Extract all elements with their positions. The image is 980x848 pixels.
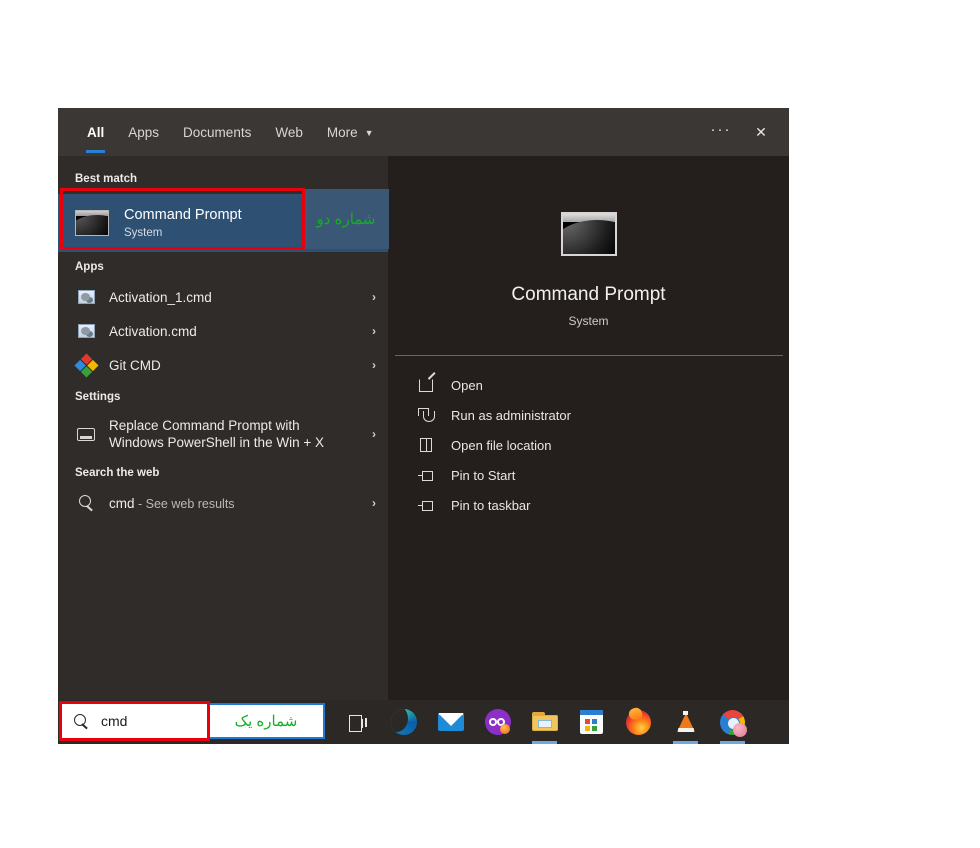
git-icon [73,352,99,378]
action-label: Open [451,377,483,393]
taskbar-item-microsoft-edge[interactable] [380,700,427,744]
flyout-body: Best match Command Prompt System Apps Ac… [58,156,789,700]
tab-web[interactable]: Web [263,108,315,156]
cmd-file-icon [75,324,97,338]
list-item-git-cmd[interactable]: Git CMD › [58,348,388,382]
taskbar-item-microsoft-store[interactable] [568,700,615,744]
search-icon [74,713,89,729]
taskbar-item-firefox[interactable] [615,700,662,744]
window-controls: ··· ✕ [701,108,781,156]
mail-icon [437,713,464,731]
list-item-web-search-cmd[interactable]: cmd - See web results › [58,486,388,520]
web-query-text: cmd [109,495,135,511]
best-match-title: Command Prompt [124,206,242,223]
vlc-cone-icon [674,710,698,734]
list-item-replace-command-prompt-setting[interactable]: Replace Command Prompt with Windows Powe… [58,410,388,458]
taskbar-search-input[interactable]: cmd [62,704,207,738]
more-options-button[interactable]: ··· [701,114,741,150]
taskbar-item-vlc-media-player[interactable] [662,700,709,744]
list-item-label: Activation_1.cmd [109,289,212,305]
group-header-search-the-web: Search the web [75,467,160,479]
action-label: Open file location [451,437,552,453]
tab-more[interactable]: More ▼ [315,108,386,156]
group-header-best-match: Best match [75,173,137,185]
open-icon [415,378,437,392]
action-pin-to-start[interactable]: Pin to Start [388,460,789,490]
setting-line-1: Replace Command Prompt with [109,418,300,433]
search-input-value: cmd [101,713,128,729]
chevron-right-icon[interactable]: › [372,358,376,372]
group-header-settings: Settings [75,391,121,403]
action-open-file-location[interactable]: Open file location [388,430,789,460]
group-header-apps: Apps [75,261,104,273]
edge-icon [390,709,417,735]
folder-icon [531,712,558,732]
tab-web-label: Web [275,124,303,140]
annotation-number-one: شماره یک [207,703,325,739]
task-view-icon [347,714,367,732]
action-run-as-administrator[interactable]: Run as administrator [388,400,789,430]
taskbar-item-google-chrome[interactable] [709,700,756,744]
chevron-right-icon[interactable]: › [372,427,376,441]
search-icon [75,495,97,511]
list-item-label-multiline: Replace Command Prompt with Windows Powe… [109,417,366,451]
search-tabbar: All Apps Documents Web More ▼ ··· ✕ [58,108,789,156]
best-match-subtitle: System [124,226,163,239]
taskbar-icons [333,700,756,744]
pin-icon [415,498,437,512]
list-item-label: Git CMD [109,357,161,373]
chevron-down-icon: ▼ [364,127,374,138]
action-label: Pin to Start [451,467,516,483]
settings-icon [75,427,97,441]
close-icon[interactable]: ✕ [741,114,781,150]
preview-action-list: Open Run as administrator Open file loca… [388,356,789,520]
chrome-icon [720,709,747,737]
action-open[interactable]: Open [388,370,789,400]
tab-all[interactable]: All [75,108,116,156]
web-query-suffix: - See web results [134,496,235,511]
best-match-texts: Command Prompt System [124,206,242,241]
taskbar-item-mail[interactable] [427,700,474,744]
tab-documents-label: Documents [183,124,252,140]
tab-more-label: More [326,124,358,140]
command-prompt-icon [75,210,109,236]
action-label: Run as administrator [451,407,571,423]
action-pin-to-taskbar[interactable]: Pin to taskbar [388,490,789,520]
taskbar-item-file-explorer[interactable] [521,700,568,744]
list-item-label: Activation.cmd [109,323,197,339]
taskbar-item-task-view[interactable] [333,700,380,744]
tab-all-label: All [87,124,105,140]
preview-subtitle: System [568,314,609,328]
infinity-icon [484,709,511,735]
cmd-file-icon [75,290,97,304]
store-icon [580,710,603,734]
list-item-activation-cmd[interactable]: Activation.cmd › [58,314,388,348]
list-item-label: cmd - See web results [109,496,366,511]
shield-icon [415,408,437,422]
tab-apps[interactable]: Apps [116,108,171,156]
setting-line-2: Windows PowerShell in the Win + X [109,435,324,450]
firefox-icon [626,709,651,735]
taskbar-item-opera-gx[interactable] [474,700,521,744]
search-flyout: All Apps Documents Web More ▼ ··· ✕ Best… [58,108,789,700]
chevron-right-icon[interactable]: › [372,496,376,510]
screenshot-root: All Apps Documents Web More ▼ ··· ✕ Best… [0,0,980,848]
preview-title: Command Prompt [511,284,666,305]
annotation-number-two: شماره دو [303,189,389,249]
list-item-activation-1-cmd[interactable]: Activation_1.cmd › [58,280,388,314]
chevron-right-icon[interactable]: › [372,324,376,338]
chevron-right-icon[interactable]: › [372,290,376,304]
preview-pane: Command Prompt System Open Run as admini… [388,156,789,700]
tab-apps-label: Apps [128,124,160,140]
command-prompt-icon [560,212,617,256]
folder-location-icon [415,438,437,452]
tab-documents[interactable]: Documents [171,108,263,156]
pin-icon [415,468,437,482]
action-label: Pin to taskbar [451,497,531,513]
